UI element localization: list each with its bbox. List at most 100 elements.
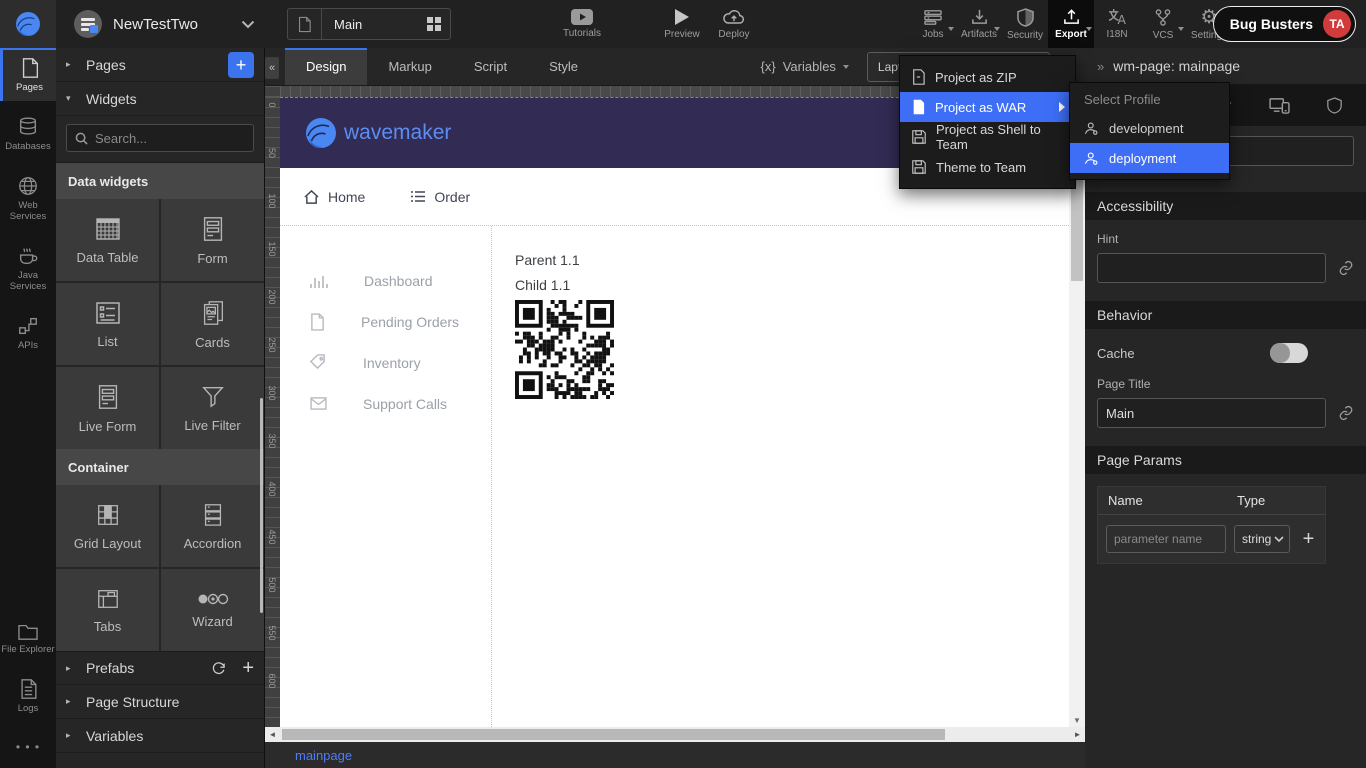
widget-tile-form[interactable]: Form bbox=[161, 199, 264, 281]
horizontal-scroll-thumb[interactable] bbox=[282, 729, 945, 740]
wavemaker-logo[interactable] bbox=[0, 0, 56, 48]
menu-item-label: Project as Shell to Team bbox=[936, 122, 1065, 152]
canvas-horizontal-scrollbar[interactable]: ◄ ► bbox=[265, 727, 1085, 742]
sidenav-label: Support Calls bbox=[363, 396, 447, 412]
chevron-down-icon bbox=[1086, 27, 1092, 31]
menu-item-deployment[interactable]: deployment bbox=[1070, 143, 1229, 173]
status-page-name[interactable]: mainpage bbox=[295, 748, 352, 763]
tab-script[interactable]: Script bbox=[453, 48, 528, 85]
folder-icon bbox=[17, 622, 39, 641]
tutorials-button[interactable]: Tutorials bbox=[556, 0, 608, 48]
accessibility-section-header[interactable]: Accessibility bbox=[1085, 192, 1366, 220]
pages-section-header[interactable]: ▸ Pages + bbox=[56, 48, 264, 82]
grid-view-icon[interactable] bbox=[418, 17, 450, 31]
prefabs-section-header[interactable]: ▸ Prefabs + bbox=[56, 651, 264, 685]
chevron-down-icon[interactable] bbox=[241, 20, 255, 29]
sidebar-item-pages[interactable]: Pages bbox=[0, 48, 56, 101]
open-page-tab[interactable]: Main bbox=[287, 8, 451, 40]
i18n-button[interactable]: A I18N bbox=[1094, 0, 1140, 48]
widget-search-box[interactable] bbox=[66, 124, 254, 152]
sidenav-item-inventory[interactable]: Inventory bbox=[280, 342, 491, 383]
refresh-icon[interactable] bbox=[211, 661, 226, 676]
page-title-input[interactable] bbox=[1097, 398, 1326, 428]
sidebar-label: Logs bbox=[18, 704, 39, 715]
canvas-vertical-scrollbar[interactable]: ▲ ▼ bbox=[1069, 97, 1085, 727]
sidenav-item-dashboard[interactable]: Dashboard bbox=[280, 260, 491, 301]
scroll-left-icon[interactable]: ◄ bbox=[265, 727, 280, 742]
security-button[interactable]: Security bbox=[1002, 0, 1048, 48]
menu-item-project-as-zip[interactable]: Project as ZIP bbox=[900, 62, 1075, 92]
tab-markup[interactable]: Markup bbox=[367, 48, 452, 85]
sidebar-item-logs[interactable]: Logs bbox=[0, 671, 56, 722]
team-button[interactable]: Bug Busters TA bbox=[1213, 6, 1356, 42]
widget-tile-wizard[interactable]: Wizard bbox=[161, 569, 264, 651]
menu-item-project-as-war[interactable]: Project as WAR bbox=[900, 92, 1075, 122]
parent-label-widget[interactable]: Parent 1.1 bbox=[515, 252, 1069, 268]
bind-link-icon[interactable] bbox=[1338, 260, 1354, 276]
sidebar-item-databases[interactable]: Databases bbox=[0, 109, 56, 160]
menu-item-theme-to-team[interactable]: Theme to Team bbox=[900, 152, 1075, 182]
sidebar-item-file-explorer[interactable]: File Explorer bbox=[0, 615, 56, 663]
variables-button[interactable]: {x} Variables bbox=[761, 59, 849, 74]
tab-style[interactable]: Style bbox=[528, 48, 599, 85]
panel-scrollbar-thumb[interactable] bbox=[260, 398, 263, 613]
hint-input[interactable] bbox=[1097, 253, 1326, 283]
widgets-section-header[interactable]: ▾ Widgets bbox=[56, 82, 264, 116]
jobs-button[interactable]: Jobs bbox=[910, 0, 956, 48]
sidenav-item-support-calls[interactable]: Support Calls bbox=[280, 383, 491, 424]
widget-tile-accordion[interactable]: Accordion bbox=[161, 485, 264, 567]
export-button[interactable]: Export bbox=[1048, 0, 1094, 48]
scroll-right-icon[interactable]: ► bbox=[1070, 727, 1085, 742]
page-structure-section-header[interactable]: ▸ Page Structure bbox=[56, 685, 264, 719]
menu-item-development[interactable]: development bbox=[1070, 113, 1229, 143]
page-title-field-row bbox=[1085, 398, 1366, 428]
widget-search-input[interactable] bbox=[95, 131, 245, 146]
widget-tile-grid-layout[interactable]: Grid Layout bbox=[56, 485, 159, 567]
sidenav-item-pending-orders[interactable]: Pending Orders bbox=[280, 301, 491, 342]
nav-item-home[interactable]: Home bbox=[304, 189, 365, 205]
sidebar-spacer bbox=[0, 366, 56, 615]
variables-section-header[interactable]: ▸ Variables bbox=[56, 719, 264, 753]
jobs-label: Jobs bbox=[922, 29, 943, 40]
page-params-section-header[interactable]: Page Params bbox=[1085, 446, 1366, 474]
widget-tile-list[interactable]: List bbox=[56, 283, 159, 365]
save-disk-icon bbox=[912, 130, 926, 144]
artifacts-button[interactable]: Artifacts bbox=[956, 0, 1002, 48]
deploy-button[interactable]: Deploy bbox=[708, 0, 760, 48]
submenu-caret-icon bbox=[1059, 102, 1065, 112]
bind-link-icon[interactable] bbox=[1338, 405, 1354, 421]
sidebar-item-java-services[interactable]: Java Services bbox=[0, 238, 56, 300]
nav-item-order[interactable]: Order bbox=[411, 189, 470, 205]
widget-tile-data-table[interactable]: Data Table bbox=[56, 199, 159, 281]
param-name-input[interactable] bbox=[1106, 525, 1226, 553]
qr-code-image[interactable] bbox=[515, 300, 614, 399]
menu-item-project-as-shell[interactable]: Project as Shell to Team bbox=[900, 122, 1075, 152]
preview-button[interactable]: Preview bbox=[656, 0, 708, 48]
devices-icon[interactable] bbox=[1269, 97, 1290, 114]
widget-tile-live-form[interactable]: Live Form bbox=[56, 367, 159, 449]
variables-section-label: Variables bbox=[86, 728, 143, 744]
add-param-button[interactable]: + bbox=[1298, 528, 1319, 551]
more-options-icon[interactable]: • • • bbox=[0, 730, 56, 768]
child-label-widget[interactable]: Child 1.1 bbox=[515, 277, 1069, 293]
widget-tile-live-filter[interactable]: Live Filter bbox=[161, 367, 264, 449]
expand-panel-icon[interactable]: » bbox=[1097, 59, 1104, 74]
scroll-down-icon[interactable]: ▼ bbox=[1069, 713, 1085, 727]
add-prefab-button[interactable]: + bbox=[242, 658, 254, 678]
behavior-section-header[interactable]: Behavior bbox=[1085, 301, 1366, 329]
sidebar-item-web-services[interactable]: Web Services bbox=[0, 168, 56, 230]
add-page-button[interactable]: + bbox=[228, 52, 254, 78]
avatar[interactable]: TA bbox=[1323, 10, 1351, 38]
param-type-select[interactable]: string bbox=[1234, 525, 1290, 553]
widget-tile-tabs[interactable]: Tabs bbox=[56, 569, 159, 651]
project-selector[interactable]: NewTestTwo bbox=[74, 10, 255, 38]
vcs-button[interactable]: VCS bbox=[1140, 0, 1186, 48]
page-structure-section-label: Page Structure bbox=[86, 694, 179, 710]
collapse-panel-button[interactable]: « bbox=[265, 57, 279, 79]
sidebar-item-apis[interactable]: APIs bbox=[0, 308, 56, 359]
page-tab-label: Main bbox=[322, 17, 418, 32]
widget-tile-cards[interactable]: Cards bbox=[161, 283, 264, 365]
tab-design[interactable]: Design bbox=[285, 48, 367, 85]
security-shield-icon[interactable] bbox=[1327, 97, 1342, 114]
cache-toggle[interactable] bbox=[1270, 343, 1308, 363]
